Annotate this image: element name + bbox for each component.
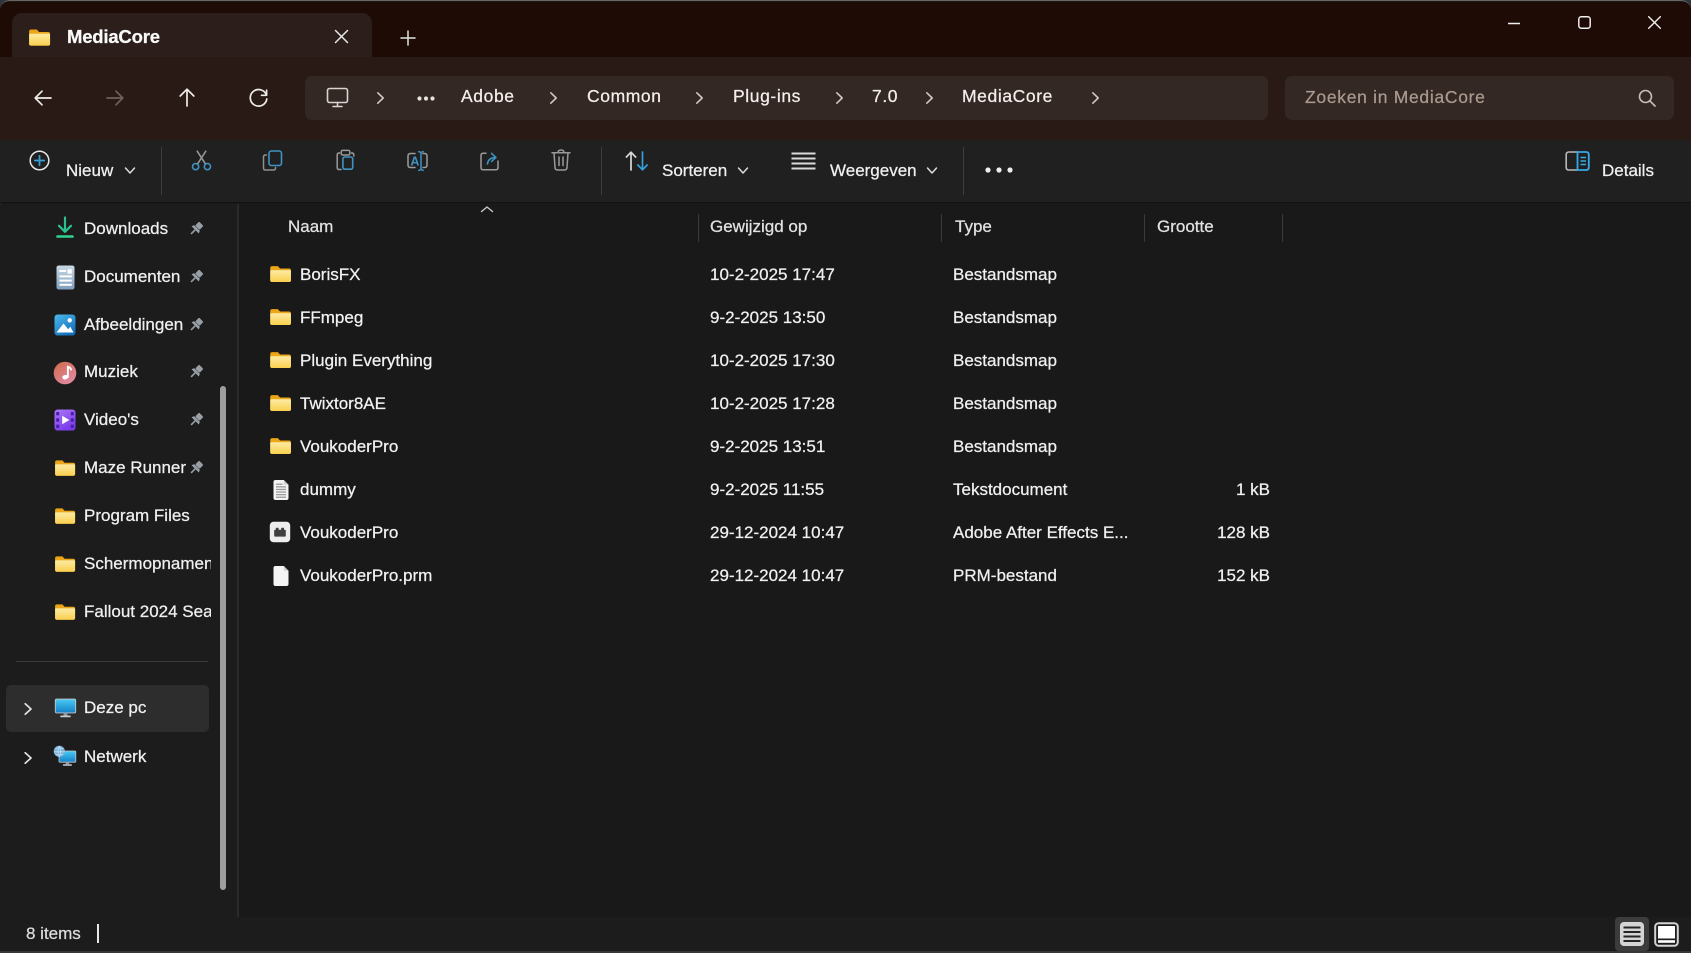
svg-text:A: A [410,154,419,168]
